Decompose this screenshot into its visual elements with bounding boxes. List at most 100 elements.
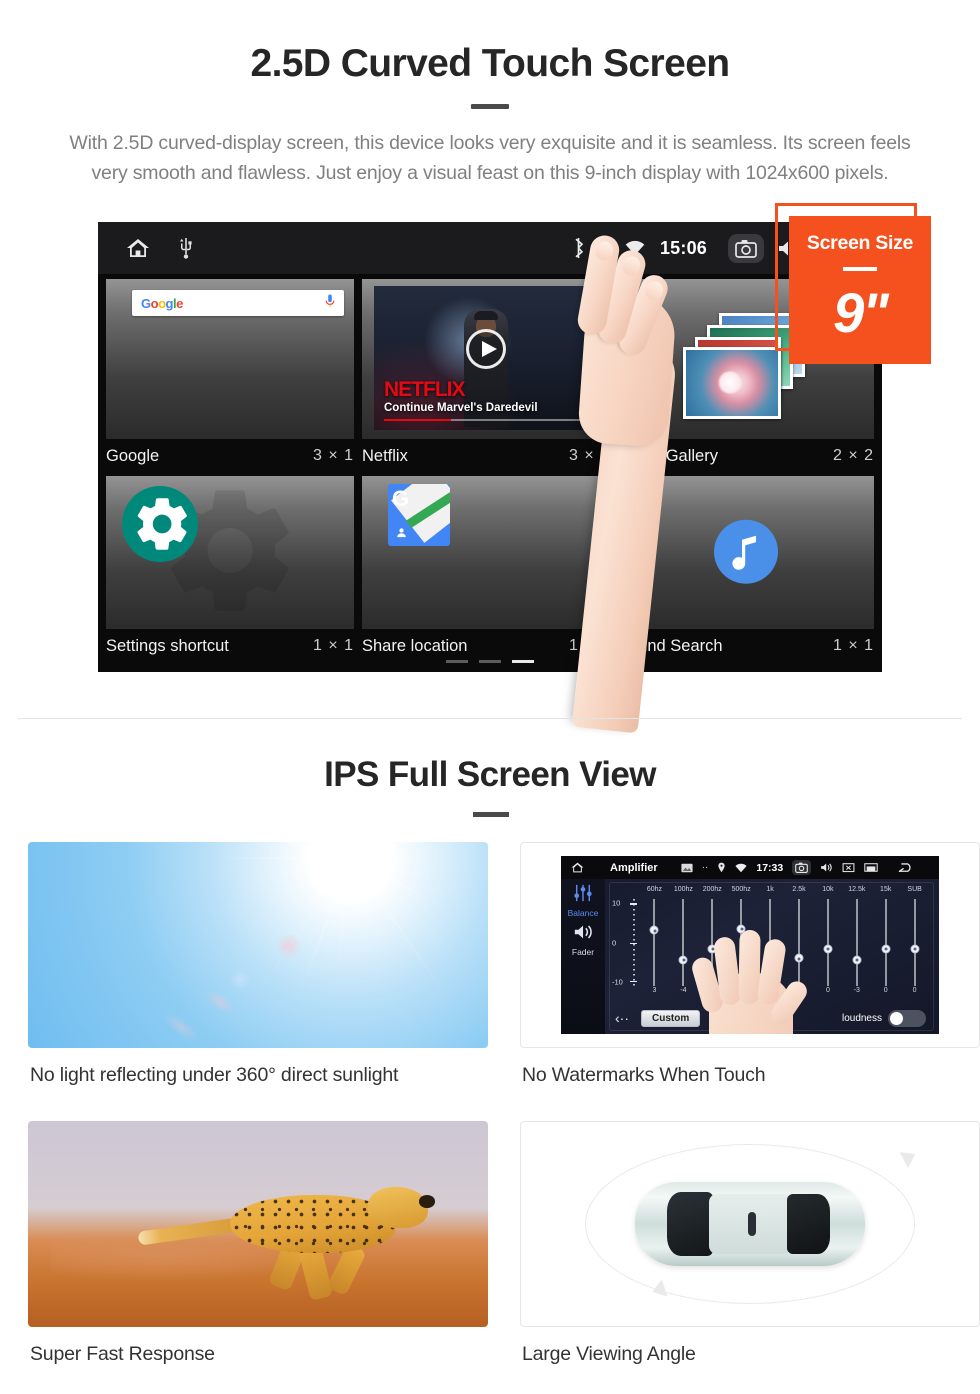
progress-bar: [384, 418, 588, 421]
freq-label: 200hz: [702, 886, 722, 893]
person-pin-icon: [390, 521, 412, 543]
gain-value: 0: [883, 987, 888, 994]
page-dot[interactable]: [446, 660, 468, 663]
freq-label: 60hz: [646, 886, 663, 893]
google-maps-icon: G: [388, 484, 450, 546]
car-roof: [708, 1193, 792, 1255]
location-icon: [598, 238, 612, 258]
amplifier-status-bar: Amplifier ·· 17:33: [561, 856, 939, 879]
amplifier-screen: Amplifier ·· 17:33 Balance Fader 60hz 10…: [561, 856, 939, 1034]
feature-card-sunlight: No light reflecting under 360° direct su…: [28, 842, 488, 1087]
eq-slider[interactable]: [640, 899, 669, 986]
page-indicator-dots[interactable]: [98, 660, 882, 663]
widget-name: Photo Gallery: [618, 446, 718, 465]
location-icon: [717, 862, 726, 873]
feature-card-car: Large Viewing Angle: [520, 1121, 980, 1366]
car-top-view-photo: [520, 1121, 980, 1327]
widget-share-location[interactable]: G Share location 1 × 1: [362, 476, 610, 661]
feature-card-grid: No light reflecting under 360° direct su…: [0, 842, 980, 1366]
camera-icon[interactable]: [728, 233, 764, 263]
widget-google[interactable]: Google Google 3 × 1: [106, 279, 354, 471]
play-icon[interactable]: [466, 329, 506, 370]
frequency-labels: 60hz 100hz 200hz 500hz 1k 2.5k 10k 12.5k…: [640, 886, 929, 897]
page-dot-active[interactable]: [512, 660, 534, 663]
eq-slider[interactable]: [756, 899, 785, 986]
widget-settings-shortcut[interactable]: Settings shortcut 1 × 1: [106, 476, 354, 661]
section-description: With 2.5D curved-display screen, this de…: [69, 131, 911, 184]
axis-label: 0: [612, 938, 617, 947]
wifi-icon: [625, 240, 645, 256]
amplifier-side-menu: Balance Fader: [561, 879, 605, 1034]
widget-size: 2 × 2: [832, 447, 874, 464]
loudness-control[interactable]: loudness: [842, 1009, 926, 1027]
recents-icon[interactable]: [864, 862, 878, 873]
freq-label: SUB: [907, 886, 922, 893]
gain-value: 3: [652, 987, 657, 994]
google-logo: Google: [141, 295, 183, 311]
home-icon[interactable]: [570, 861, 585, 874]
usb-icon: [179, 236, 193, 260]
sliders-icon[interactable]: [573, 884, 593, 906]
widget-size: 1 × 1: [312, 637, 354, 654]
amplifier-time: 17:33: [756, 861, 784, 874]
freq-label: 15k: [880, 886, 892, 893]
widget-name: Netflix: [362, 446, 408, 465]
widget-label: Google 3 × 1: [106, 441, 354, 471]
feature-card-cheetah: Super Fast Response: [28, 1121, 488, 1366]
fader-label[interactable]: Fader: [561, 947, 605, 957]
more-dots-icon: ··: [701, 862, 709, 873]
gear-icon: [120, 484, 200, 569]
windshield: [667, 1192, 714, 1256]
eq-slider[interactable]: [698, 899, 727, 986]
eq-slider[interactable]: [871, 899, 900, 986]
microphone-icon[interactable]: [325, 294, 335, 313]
prev-arrow-icon[interactable]: ‹··: [615, 1010, 629, 1026]
balance-label[interactable]: Balance: [561, 908, 605, 918]
page-title: 2.5D Curved Touch Screen: [250, 42, 730, 85]
eq-slider[interactable]: [813, 899, 842, 986]
eq-slider[interactable]: [900, 899, 929, 986]
loudness-toggle[interactable]: [888, 1009, 926, 1027]
rear-window: [786, 1193, 831, 1255]
widget-name: Google: [106, 446, 160, 465]
netflix-preview: NETFLIX Continue Marvel's Daredevil: [374, 286, 598, 430]
gain-value: 0: [710, 987, 715, 994]
back-icon[interactable]: [897, 862, 915, 874]
widget-netflix[interactable]: NETFLIX Continue Marvel's Daredevil Netf…: [362, 279, 610, 471]
freq-label: 10k: [822, 886, 834, 893]
preset-button[interactable]: Custom: [641, 1009, 701, 1027]
amplifier-title: Amplifier: [610, 861, 658, 874]
page-dot[interactable]: [479, 660, 501, 663]
bluetooth-icon: [572, 238, 585, 258]
eq-slider[interactable]: [669, 899, 698, 986]
widget-label: Settings shortcut 1 × 1: [106, 631, 354, 661]
gain-values: 3 -4 0 0 0 -3 0 -3 0 0: [640, 987, 929, 997]
gain-value: 0: [768, 987, 773, 994]
close-icon[interactable]: [842, 862, 855, 873]
curved-screen-section: 2.5D Curved Touch Screen With 2.5D curve…: [0, 0, 980, 188]
eq-slider[interactable]: [785, 899, 814, 986]
google-search-bar[interactable]: Google: [132, 290, 344, 316]
gain-value: -4: [680, 987, 687, 994]
speaker-icon[interactable]: [573, 923, 594, 946]
widget-size: 3 × 1: [312, 447, 354, 464]
volume-icon[interactable]: [820, 862, 833, 873]
sunlight-photo: [28, 842, 488, 1048]
camera-icon[interactable]: [792, 860, 812, 875]
axis-label: -10: [612, 977, 623, 987]
sunroof: [747, 1211, 756, 1237]
eq-slider[interactable]: [727, 899, 756, 986]
widget-name: Share location: [362, 636, 468, 655]
freq-label: 12.5k: [848, 886, 866, 893]
home-icon[interactable]: [125, 236, 151, 260]
eq-slider[interactable]: [842, 899, 871, 986]
axis-label: 10: [612, 898, 621, 908]
widget-sound-search[interactable]: Sound Search 1 × 1: [618, 476, 874, 661]
feature-card-row: Super Fast Response Large Viewing Angle: [0, 1121, 980, 1366]
ips-section-title: IPS Full Screen View: [324, 755, 656, 794]
badge-label: Screen Size: [806, 232, 914, 254]
card-caption: No light reflecting under 360° direct su…: [30, 1064, 399, 1086]
rotation-arrow-icon: [899, 1145, 920, 1168]
image-icon: [681, 863, 693, 873]
car-body: [635, 1182, 865, 1266]
